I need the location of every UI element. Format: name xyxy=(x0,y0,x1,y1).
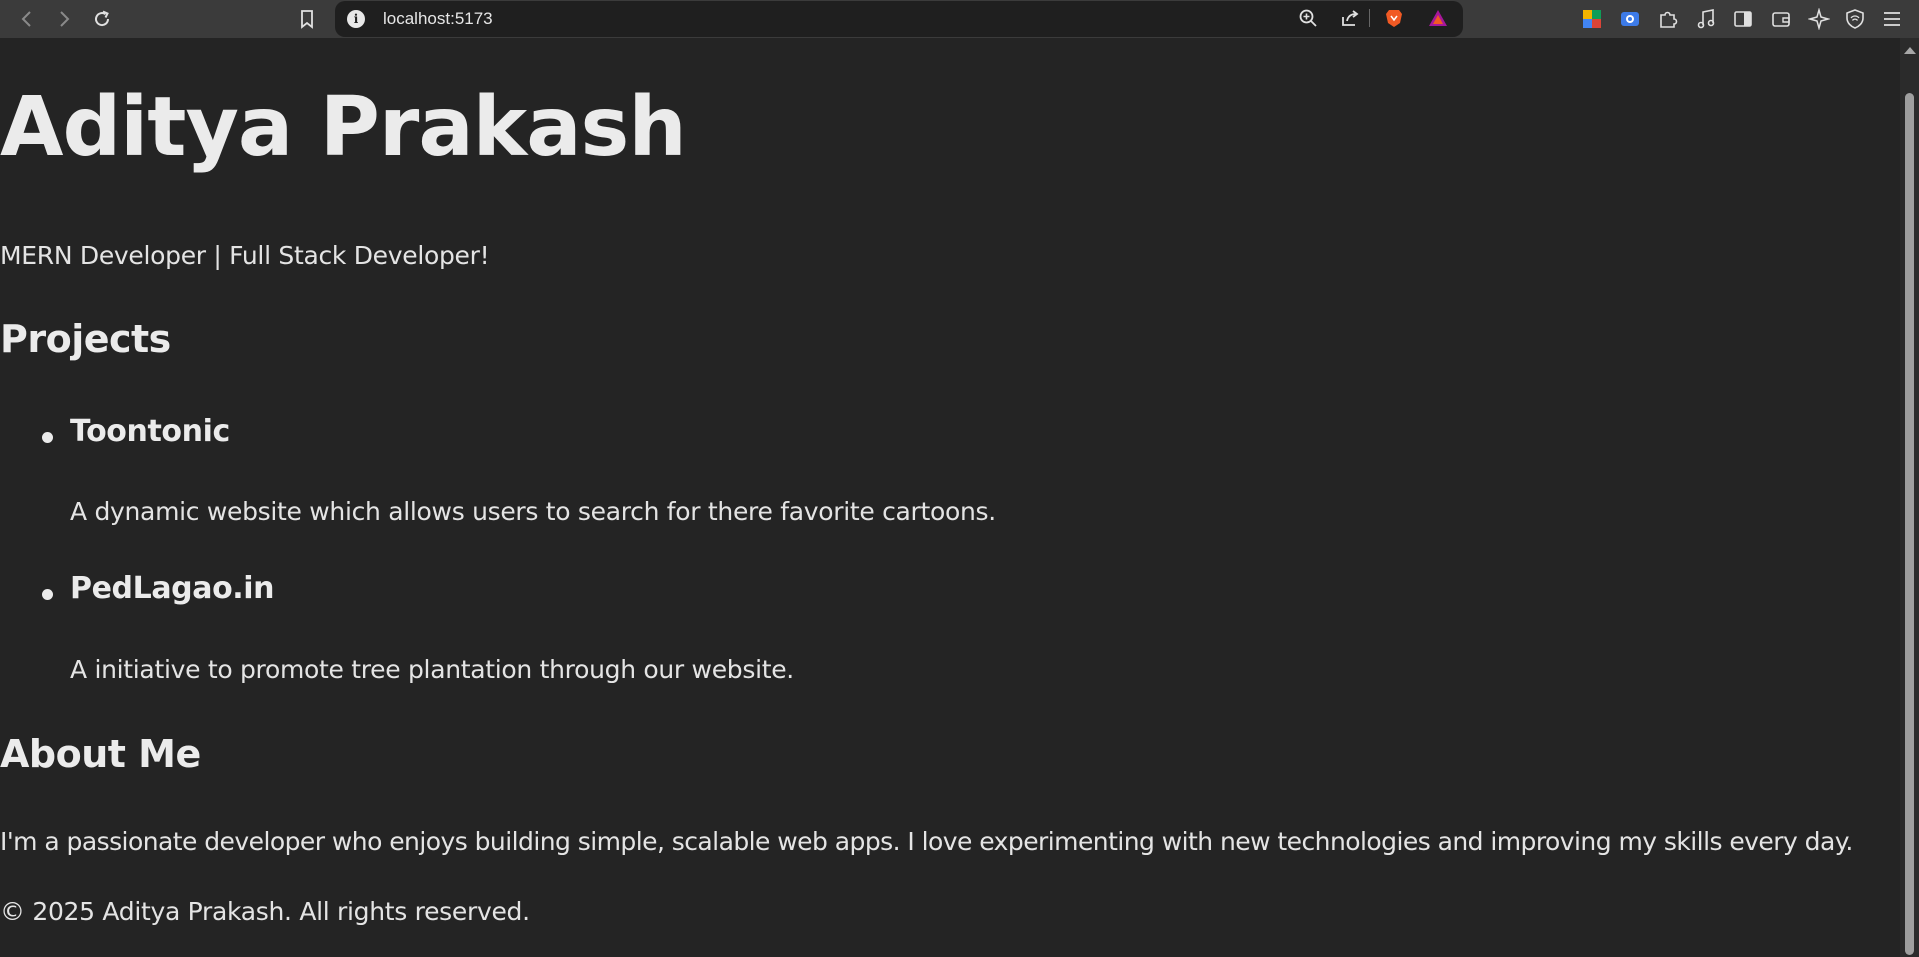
page-content: Aditya Prakash MERN Developer | Full Sta… xyxy=(0,38,1900,957)
brave-shields-button[interactable] xyxy=(1381,6,1407,30)
url-text[interactable]: localhost:5173 xyxy=(383,9,493,29)
vpn-button[interactable] xyxy=(1843,7,1867,31)
extension-screenshot[interactable] xyxy=(1618,7,1642,31)
menu-button[interactable] xyxy=(1880,7,1904,31)
bookmark-button[interactable] xyxy=(294,6,320,32)
back-arrow-icon xyxy=(21,11,31,27)
forward-button[interactable] xyxy=(51,6,77,32)
browser-toolbar: i localhost:5173 xyxy=(0,0,1919,38)
sidebar-icon xyxy=(1734,11,1752,27)
project-bullet xyxy=(42,432,53,443)
tagline: MERN Developer | Full Stack Developer! xyxy=(0,241,490,270)
project-title: PedLagao.in xyxy=(70,571,275,606)
wallet-icon xyxy=(1772,12,1790,27)
hamburger-menu-icon xyxy=(1884,12,1900,26)
page-title: Aditya Prakash xyxy=(0,80,687,175)
zoom-button[interactable] xyxy=(1295,6,1321,30)
sparkle-icon xyxy=(1808,8,1830,30)
brave-rewards-button[interactable] xyxy=(1425,6,1451,30)
extensions-button[interactable] xyxy=(1656,7,1680,31)
scrollbar-thumb[interactable] xyxy=(1905,93,1914,955)
camera-extension-icon xyxy=(1621,12,1639,26)
music-note-icon xyxy=(1697,9,1715,29)
sidebar-button[interactable] xyxy=(1731,7,1755,31)
puzzle-icon xyxy=(1660,11,1678,28)
leo-ai-button[interactable] xyxy=(1807,7,1831,31)
reload-icon xyxy=(95,10,110,27)
about-heading: About Me xyxy=(0,732,201,776)
wallet-button[interactable] xyxy=(1769,7,1793,31)
translate-extension-icon xyxy=(1583,10,1601,28)
brave-rewards-triangle-icon xyxy=(1429,10,1447,26)
url-separator xyxy=(1369,9,1370,27)
address-bar[interactable]: i localhost:5173 xyxy=(335,1,1463,37)
project-bullet xyxy=(42,589,53,600)
footer-copyright: © 2025 Aditya Prakash. All rights reserv… xyxy=(0,897,530,926)
extension-translate[interactable] xyxy=(1580,7,1604,31)
share-button[interactable] xyxy=(1337,6,1363,30)
projects-heading: Projects xyxy=(0,317,171,361)
forward-arrow-icon xyxy=(60,11,70,27)
brave-lion-icon xyxy=(1386,10,1402,27)
zoom-in-icon xyxy=(1299,9,1317,27)
about-text: I'm a passionate developer who enjoys bu… xyxy=(0,827,1853,856)
scroll-up-arrow-icon[interactable] xyxy=(1904,47,1916,54)
media-button[interactable] xyxy=(1694,7,1718,31)
site-info-icon[interactable]: i xyxy=(347,10,365,28)
project-description: A dynamic website which allows users to … xyxy=(70,497,996,526)
shield-icon xyxy=(1846,9,1864,29)
bookmark-icon xyxy=(301,10,313,29)
share-icon xyxy=(1342,10,1359,26)
vertical-scrollbar[interactable] xyxy=(1900,38,1919,957)
project-title: Toontonic xyxy=(70,414,230,449)
reload-button[interactable] xyxy=(89,6,115,32)
back-button[interactable] xyxy=(14,6,40,32)
project-description: A initiative to promote tree plantation … xyxy=(70,655,794,684)
